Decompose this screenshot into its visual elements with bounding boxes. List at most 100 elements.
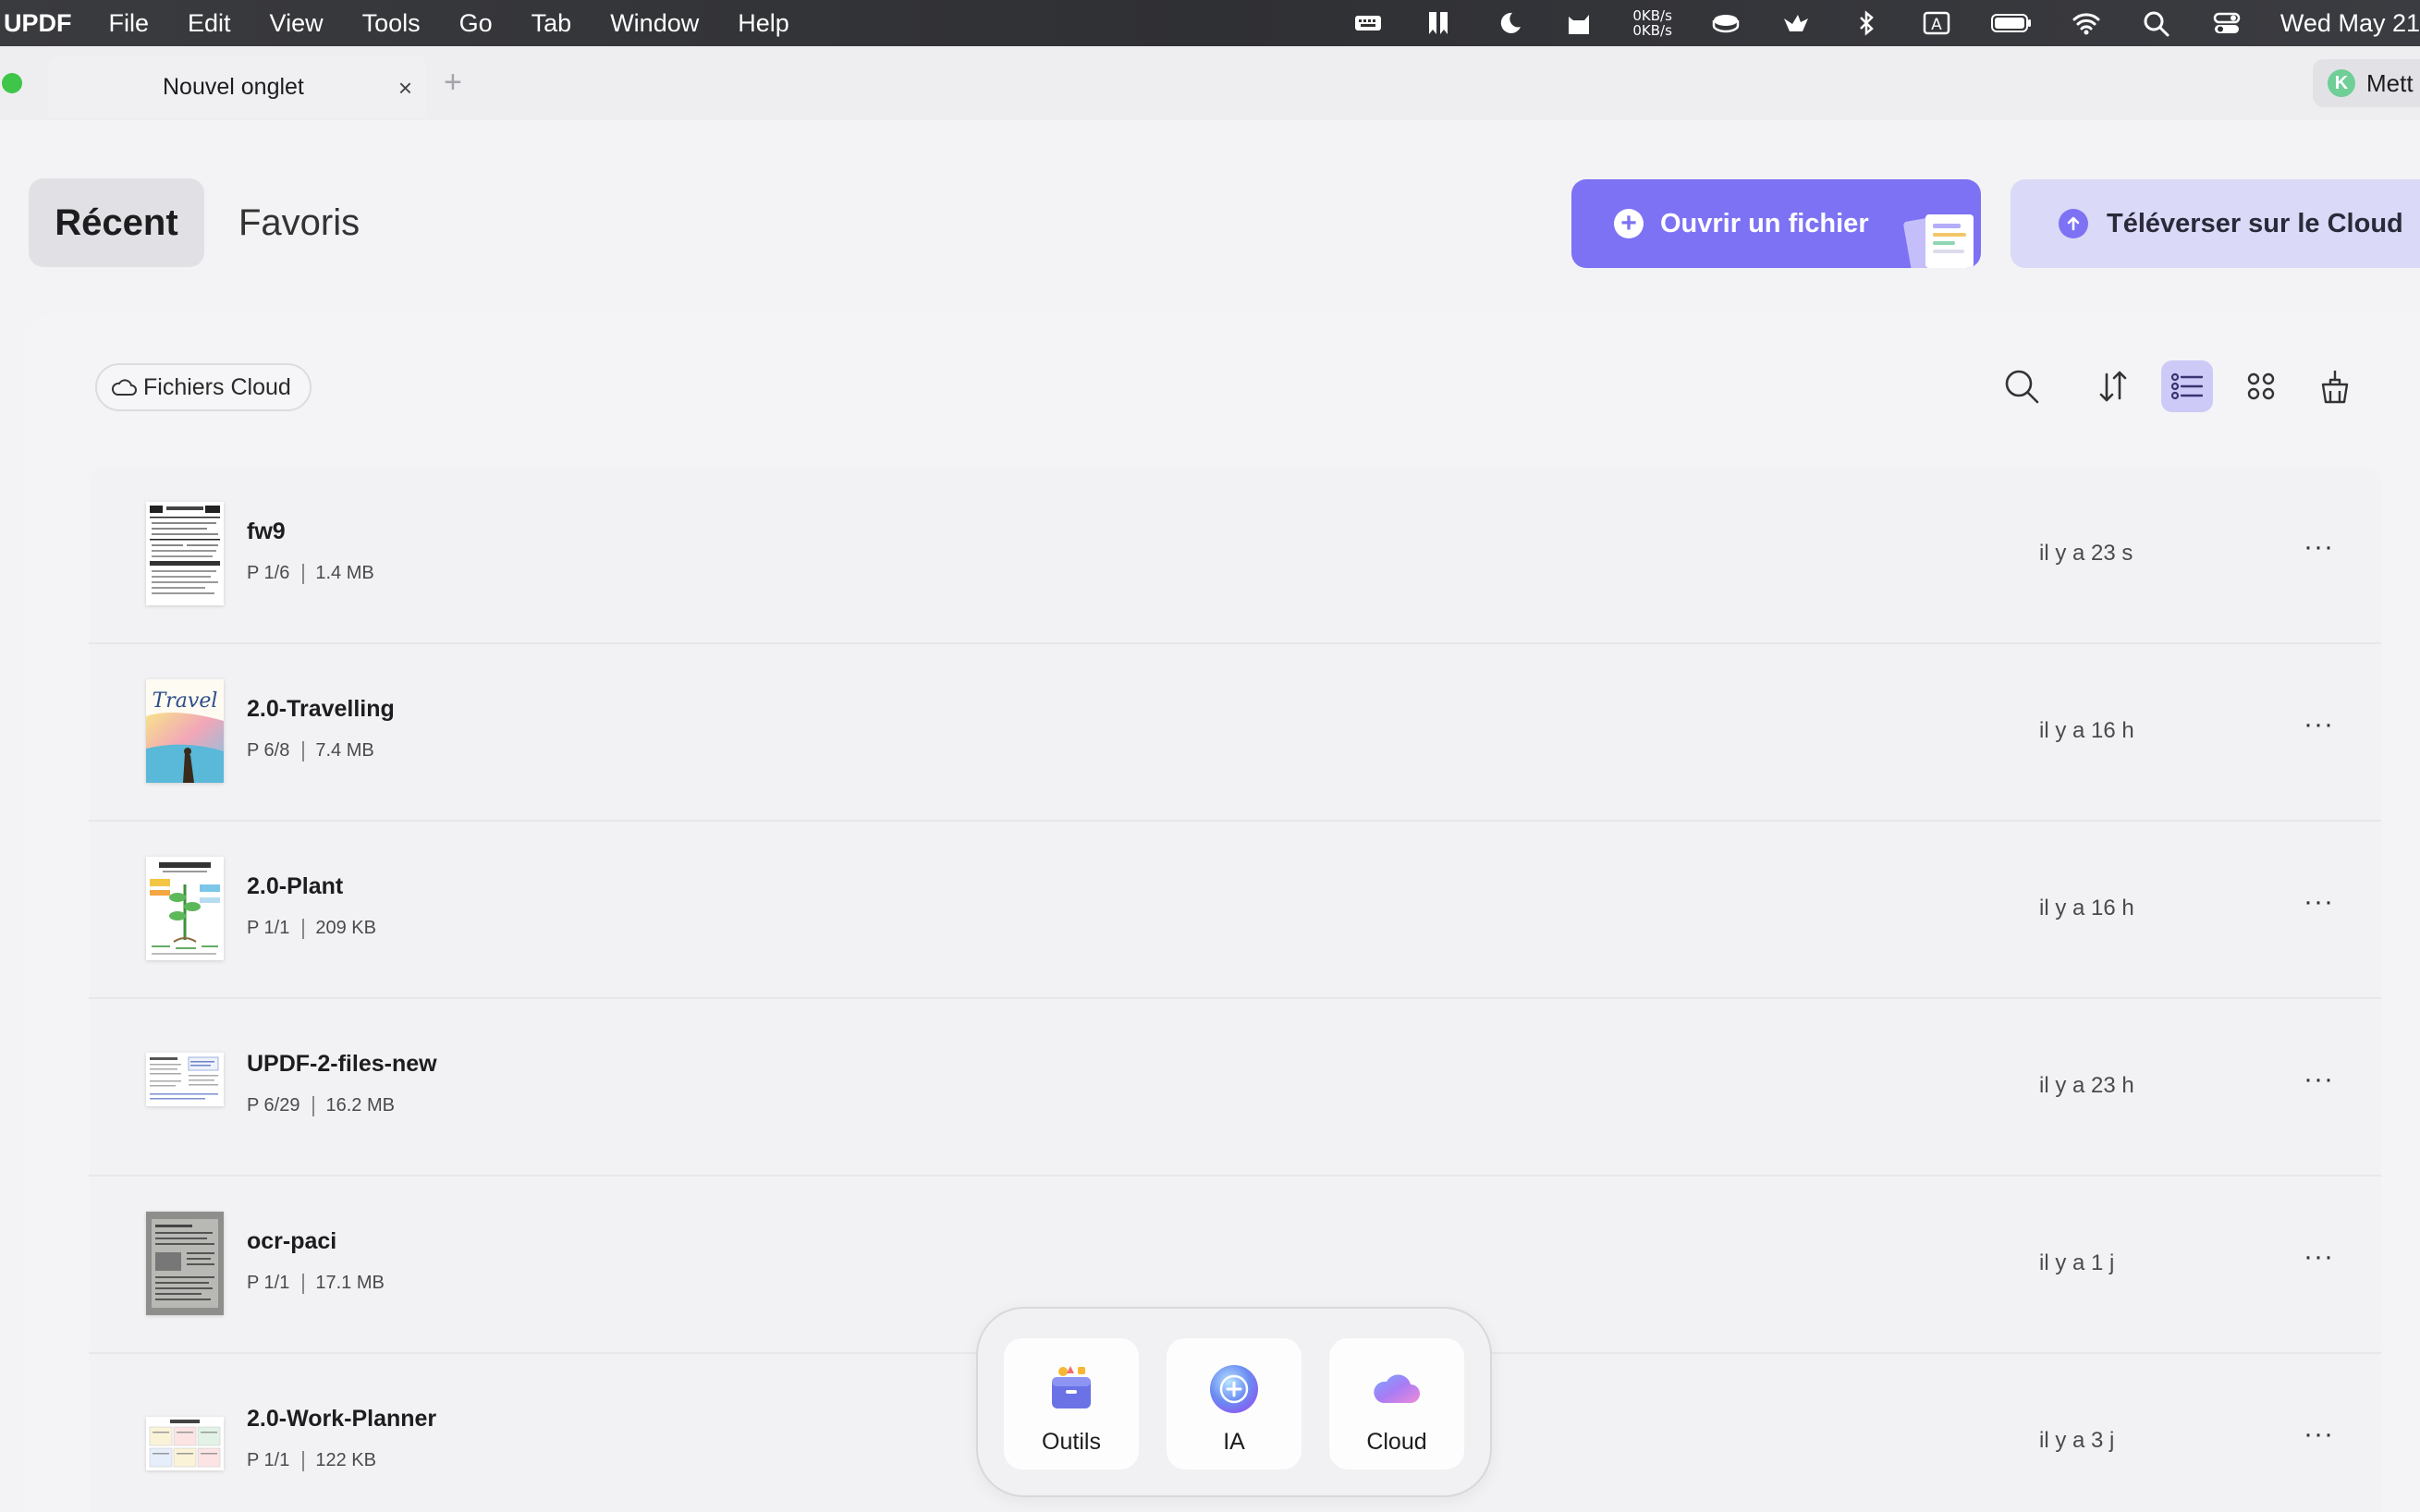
network-speed: 0KB/s 0KB/s (1632, 8, 1672, 38)
list-item[interactable]: 2.0-Plant P 1/1 209 KB il y a 16 h ··· (89, 822, 2381, 999)
close-icon[interactable]: × (398, 74, 412, 103)
list-item[interactable]: UPDF-2-files-new P 6/29 16.2 MB il y a 23… (89, 999, 2381, 1177)
upload-cloud-label: Téléverser sur le Cloud (2107, 208, 2403, 238)
tab-nouvel-onglet[interactable]: Nouvel onglet × (48, 55, 427, 118)
file-meta: P 6/8 7.4 MB (247, 740, 374, 762)
avatar: K (2328, 69, 2355, 97)
cloud-button[interactable]: Cloud (1329, 1338, 1464, 1469)
menu-file[interactable]: File (109, 9, 150, 38)
battery-icon[interactable] (1990, 9, 2033, 37)
list-item[interactable]: Travel 2.0-Travelling P 6/8 7.4 MB il y a… (89, 644, 2381, 822)
cat-icon[interactable] (1562, 9, 1595, 37)
file-meta: P 6/29 16.2 MB (247, 1095, 395, 1116)
disk-icon[interactable] (1709, 9, 1742, 37)
window-zoom-button[interactable] (2, 73, 22, 93)
clock[interactable]: Wed May 21 (2280, 9, 2420, 38)
app-menu[interactable]: UPDF (4, 9, 72, 38)
meta-divider (302, 563, 305, 584)
cloud-label: Cloud (1366, 1429, 1427, 1455)
file-thumbnail (146, 1417, 224, 1470)
upload-arrow-icon (2059, 209, 2088, 238)
wifi-icon[interactable] (2070, 9, 2103, 37)
menu-help[interactable]: Help (738, 9, 789, 38)
menu-view[interactable]: View (270, 9, 324, 38)
file-meta: P 1/1 122 KB (247, 1450, 376, 1471)
menu-tools[interactable]: Tools (362, 9, 421, 38)
net-down: 0KB/s (1632, 22, 1672, 39)
file-size: 17.1 MB (315, 1273, 385, 1293)
list-view-icon[interactable] (2161, 360, 2213, 412)
ai-button[interactable]: IA (1167, 1338, 1302, 1469)
file-time: il y a 16 h (2039, 896, 2134, 921)
tab-favorites[interactable]: Favoris (238, 178, 360, 267)
search-icon[interactable] (1996, 360, 2047, 412)
file-name: fw9 (247, 518, 286, 544)
meta-divider (302, 918, 305, 939)
status-area: 0KB/s 0KB/s A Wed May 21 (1314, 0, 2420, 46)
file-pages: P 1/1 (247, 1273, 290, 1293)
bookmark-tool-icon[interactable] (1422, 9, 1455, 37)
file-name: 2.0-Work-Planner (247, 1406, 437, 1432)
bird-icon[interactable] (1779, 9, 1813, 37)
svg-text:A: A (1931, 16, 1942, 34)
control-center-icon[interactable] (2210, 9, 2243, 37)
cloud-icon (1374, 1374, 1420, 1403)
file-time: il y a 23 h (2039, 1073, 2134, 1098)
svg-text:Travel: Travel (153, 689, 218, 713)
moon-icon[interactable] (1492, 9, 1525, 37)
bottom-dock: Outils IA Cloud (976, 1307, 1492, 1497)
file-pages: P 1/6 (247, 563, 290, 583)
tools-label: Outils (1042, 1429, 1101, 1455)
more-options-icon[interactable]: ··· (2304, 886, 2334, 918)
file-size: 209 KB (315, 918, 376, 938)
spotlight-search-icon[interactable] (2140, 9, 2173, 37)
tab-recent[interactable]: Récent (29, 178, 204, 267)
more-options-icon[interactable]: ··· (2304, 1064, 2334, 1095)
open-file-button[interactable]: + Ouvrir un fichier (1571, 179, 1981, 268)
file-name: UPDF-2-files-new (247, 1051, 437, 1077)
tools-button[interactable]: Outils (1004, 1338, 1139, 1469)
file-thumbnail (146, 1212, 224, 1315)
keyboard-icon[interactable] (1351, 9, 1385, 37)
file-thumbnail (146, 857, 224, 960)
file-thumbnail (146, 1053, 224, 1106)
menu-go[interactable]: Go (459, 9, 493, 38)
file-meta: P 1/1 17.1 MB (247, 1273, 385, 1294)
file-pages: P 1/1 (247, 918, 290, 938)
meta-divider (302, 740, 305, 762)
upload-cloud-button[interactable]: Téléverser sur le Cloud (2011, 179, 2420, 268)
cloud-icon (111, 379, 137, 396)
menu-bar: UPDF File Edit View Tools Go Tab Window … (0, 0, 2420, 46)
input-method-icon[interactable]: A (1920, 9, 1953, 37)
more-options-icon[interactable]: ··· (2304, 1241, 2334, 1273)
file-meta: P 1/6 1.4 MB (247, 563, 374, 584)
file-size: 122 KB (315, 1450, 376, 1470)
cloud-files-filter[interactable]: Fichiers Cloud (95, 363, 312, 411)
grid-view-icon[interactable] (2235, 360, 2287, 412)
more-options-icon[interactable]: ··· (2304, 1419, 2334, 1450)
cloud-files-label: Fichiers Cloud (143, 373, 291, 400)
more-options-icon[interactable]: ··· (2304, 709, 2334, 740)
list-item[interactable]: fw9 P 1/6 1.4 MB il y a 23 s ··· (89, 467, 2381, 644)
file-pages: P 6/29 (247, 1095, 300, 1116)
ai-assistant-icon (1210, 1365, 1258, 1413)
open-file-label: Ouvrir un fichier (1660, 208, 1869, 238)
plus-circle-icon: + (1614, 209, 1644, 238)
menu-tab[interactable]: Tab (532, 9, 572, 38)
sort-icon[interactable] (2087, 360, 2139, 412)
menu-edit[interactable]: Edit (188, 9, 231, 38)
clean-icon[interactable] (2309, 360, 2361, 412)
meta-divider (312, 1095, 315, 1116)
net-up: 0KB/s (1632, 7, 1672, 24)
add-tab-icon[interactable]: + (444, 65, 462, 101)
more-options-icon[interactable]: ··· (2304, 531, 2334, 563)
toolbox-icon (1052, 1366, 1091, 1408)
bluetooth-icon[interactable] (1850, 9, 1883, 37)
file-time: il y a 1 j (2039, 1250, 2115, 1275)
menu-window[interactable]: Window (610, 9, 699, 38)
file-thumbnail (146, 502, 224, 605)
file-name: ocr-paci (247, 1228, 337, 1254)
file-thumbnail: Travel (146, 679, 224, 783)
file-time: il y a 16 h (2039, 718, 2134, 743)
account-button[interactable]: K Mett (2313, 59, 2420, 107)
